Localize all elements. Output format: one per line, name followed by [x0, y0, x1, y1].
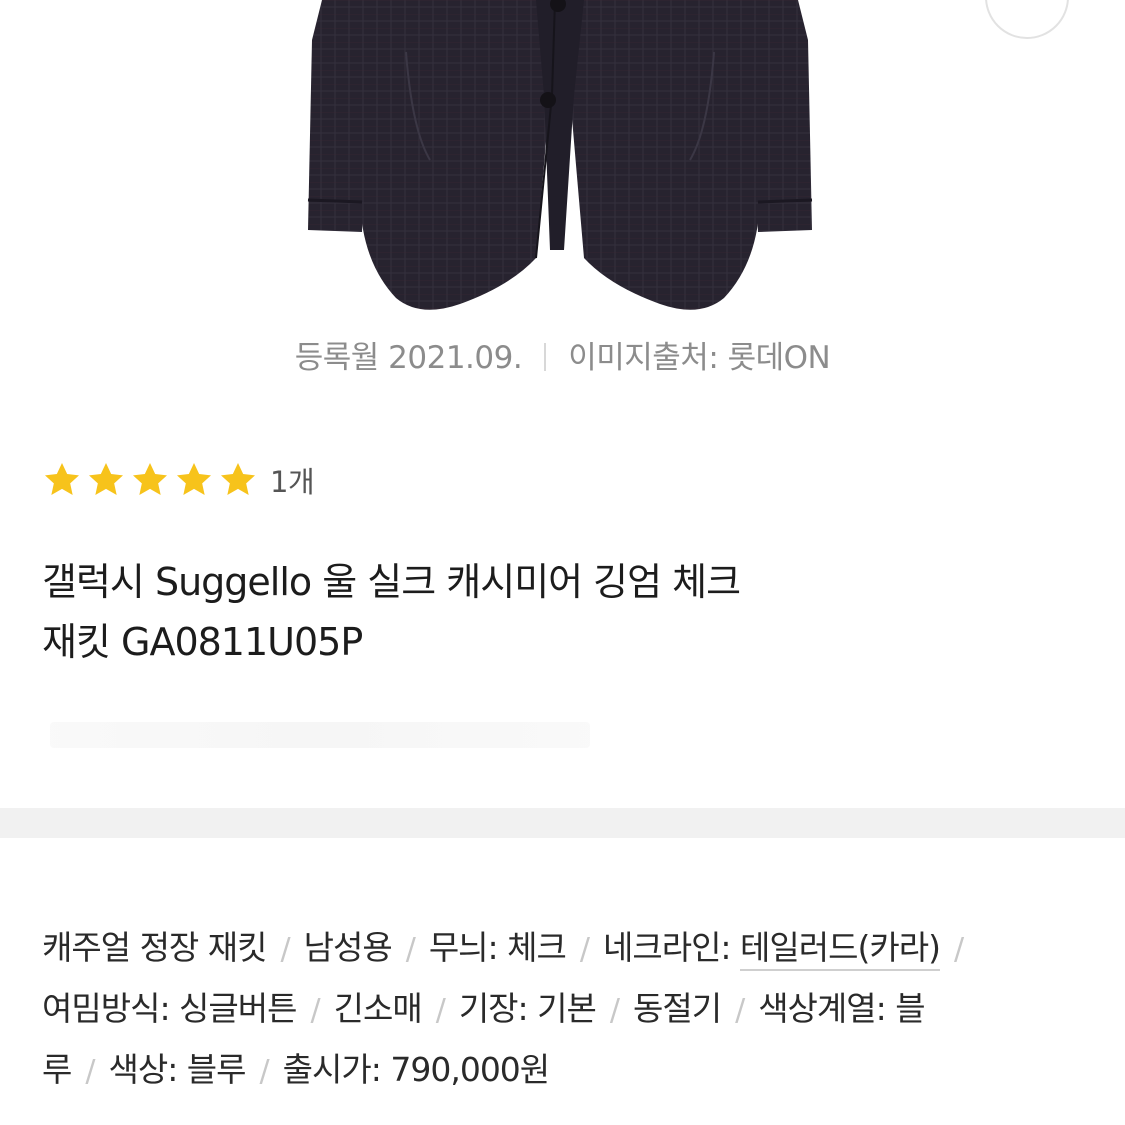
jacket-image [307, 0, 813, 310]
spec-item: 네크라인: [602, 928, 741, 967]
image-meta-line: 등록월 2021.09. 이미지출처: 롯데ON [0, 332, 1125, 377]
spec-item: 여밈방식: 싱글버튼 [42, 989, 297, 1028]
spec-line: 캐주얼 정장 재킷 / 남성용 / 무늬: 체크 / 네크라인: 테일러드(카라) / [42, 918, 1102, 979]
rating[interactable]: 1개 [42, 458, 315, 502]
spec-separator: / [259, 1054, 270, 1089]
spec-separator: / [579, 932, 590, 967]
registered-month: 등록월 2021.09. [294, 340, 523, 376]
star-icon [177, 463, 211, 495]
share-button[interactable] [985, 0, 1069, 39]
spec-item: 루 [42, 1050, 72, 1089]
image-source: 이미지출처: 롯데ON [568, 340, 831, 376]
spec-line: 루 / 색상: 블루 / 출시가: 790,000원 [42, 1040, 1102, 1101]
spec-item: 출시가: 790,000원 [282, 1050, 551, 1089]
review-count[interactable]: 1개 [270, 459, 315, 501]
spec-item: 동절기 [632, 989, 722, 1028]
spec-separator: / [310, 993, 321, 1028]
spec-separator: / [435, 993, 446, 1028]
star-icon [45, 463, 79, 495]
star-icon [89, 463, 123, 495]
spec-separator: / [953, 932, 964, 967]
meta-separator [544, 343, 547, 371]
spec-item: 캐주얼 정장 재킷 [42, 928, 267, 967]
spec-list: 캐주얼 정장 재킷 / 남성용 / 무늬: 체크 / 네크라인: 테일러드(카라) / 여밈방… [42, 918, 1102, 1101]
spec-separator: / [85, 1054, 95, 1089]
star-icon [133, 463, 167, 495]
product-title: 갤럭시 Suggello 울 실크 캐시미어 깅엄 체크 재킷 GA0811U0… [42, 552, 1042, 672]
spec-separator: / [280, 932, 291, 967]
spec-item: 색상계열: 블 [758, 989, 925, 1028]
product-title-line-1: 갤럭시 Suggello 울 실크 캐시미어 깅엄 체크 [42, 560, 741, 604]
product-image[interactable] [300, 0, 820, 320]
spec-separator: / [609, 993, 620, 1028]
spec-item: 색상: 블루 [108, 1050, 246, 1089]
product-title-line-2: 재킷 GA0811U05P [42, 620, 363, 664]
spec-item: 기장: 기본 [458, 989, 597, 1028]
spec-line: 여밈방식: 싱글버튼 / 긴소매 / 기장: 기본 / 동절기 / 색상계열: 블 [42, 979, 1102, 1040]
spec-item: 긴소매 [333, 989, 423, 1028]
spec-item: 남성용 [303, 928, 393, 967]
star-icon [221, 463, 255, 495]
spec-item: 무늬: 체크 [428, 928, 567, 967]
spec-separator: / [405, 932, 416, 967]
faded-placeholder-line [50, 722, 590, 748]
spec-separator: / [735, 993, 745, 1028]
section-divider [0, 808, 1125, 838]
neckline-term-link[interactable]: 테일러드(카라) [740, 928, 941, 971]
